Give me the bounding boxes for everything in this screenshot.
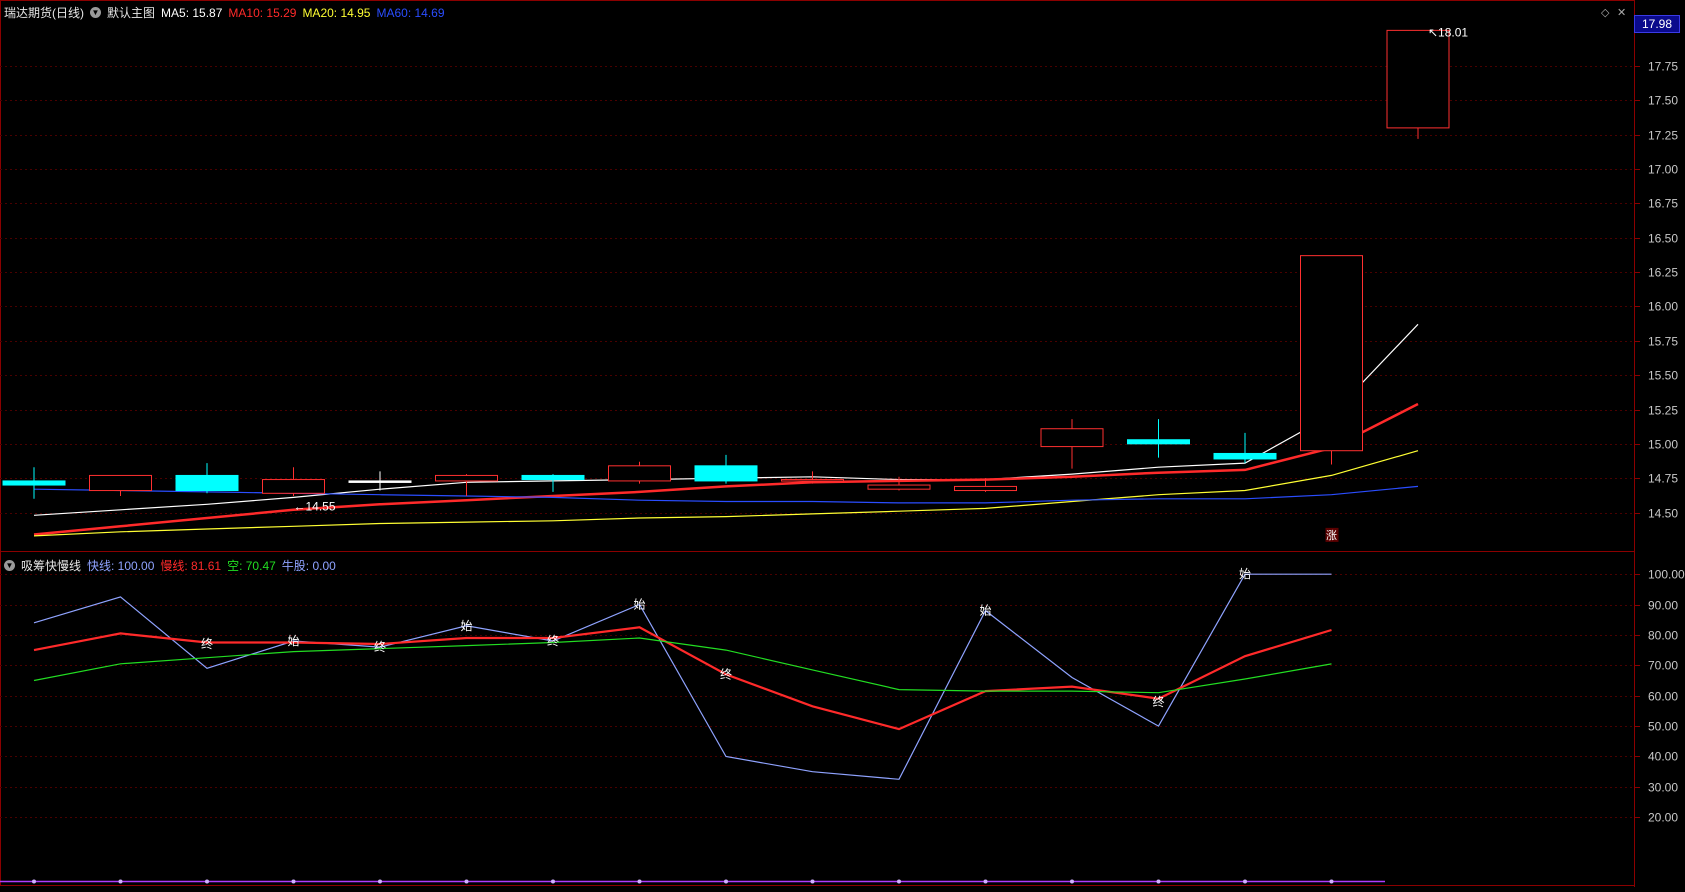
ma-line-ma60	[33, 485, 1419, 504]
y-tick-label: 14.50	[1648, 507, 1678, 521]
y-tick-label: 16.25	[1648, 266, 1678, 280]
y-tick-label: 60.00	[1648, 690, 1678, 704]
y-tick-label: 15.75	[1648, 335, 1678, 349]
chevron-down-icon[interactable]: ▼	[90, 7, 101, 18]
candle-body	[262, 479, 325, 494]
candle-body	[1127, 439, 1190, 445]
y-tick-label: 16.50	[1648, 232, 1678, 246]
timeline-dot	[1243, 879, 1247, 884]
signal-end-marker: 终	[374, 639, 386, 654]
y-tick-label: 17.00	[1648, 163, 1678, 177]
rise-marker: 涨	[1326, 529, 1337, 542]
y-tick-label: 15.25	[1648, 404, 1678, 418]
moving-averages	[33, 323, 1419, 537]
signal-markers: 终始终始终始终始终始	[201, 567, 1251, 709]
y-tick-label: 15.00	[1648, 438, 1678, 452]
signal-end-marker: 终	[201, 636, 213, 651]
timeline-dot	[291, 879, 296, 884]
sub-line-fast	[33, 573, 1332, 780]
candle-body	[89, 474, 152, 492]
candle-body	[348, 480, 412, 483]
timeline-dot	[897, 879, 901, 884]
grid-lines	[0, 66, 1634, 818]
timeline-dot	[724, 879, 728, 884]
y-tick-label: 100.00	[1648, 568, 1685, 582]
candle-body	[1386, 29, 1450, 129]
candle-body	[1040, 428, 1104, 448]
ma20-label: MA20: 14.95	[302, 5, 371, 20]
timeline-dot	[32, 879, 36, 884]
ma10-label: MA10: 15.29	[228, 5, 297, 20]
main-panel-header: 瑞达期货(日线) ▼ 默认主图 MA5: 15.87 MA10: 15.29 M…	[4, 4, 445, 21]
y-tick-label: 30.00	[1648, 781, 1678, 795]
candle-body	[954, 485, 1017, 492]
y-tick-label: 17.25	[1648, 129, 1678, 143]
candle-body	[435, 474, 498, 482]
y-tick-label: 70.00	[1648, 659, 1678, 673]
timeline-dot	[118, 879, 123, 884]
bull-stock-label: 牛股: 0.00	[281, 559, 336, 573]
timeline-dot	[637, 879, 642, 884]
y-tick-label: 14.75	[1648, 472, 1678, 486]
timeline-dot	[810, 879, 815, 884]
y-tick-label: 15.50	[1648, 369, 1678, 383]
candle-body	[781, 479, 844, 482]
timeline-dot	[1070, 879, 1074, 884]
signal-start-marker: 始	[460, 619, 472, 633]
candle-body	[608, 465, 671, 482]
instrument-title[interactable]: 瑞达期货(日线)	[4, 4, 84, 21]
template-label[interactable]: 默认主图	[107, 4, 155, 21]
candle-body	[2, 480, 66, 486]
low-price-label: ←14.55	[294, 500, 336, 514]
close-icon[interactable]: ✕	[1617, 6, 1626, 19]
y-tick-label: 90.00	[1648, 599, 1678, 613]
y-tick-label: 20.00	[1648, 811, 1678, 825]
sub-panel-frame	[0, 551, 1635, 886]
y-tick-label: 16.00	[1648, 300, 1678, 314]
price-annotations: ←14.55 ↖18.01 涨	[294, 25, 1468, 542]
timeline-dot	[464, 879, 469, 884]
candle-body	[521, 474, 585, 481]
y-tick-label: 50.00	[1648, 720, 1678, 734]
current-price-badge: 17.98	[1634, 15, 1680, 33]
y-tick-label: 17.75	[1648, 60, 1678, 74]
timeline-dot	[378, 879, 382, 884]
y-tick-label: 16.75	[1648, 197, 1678, 211]
signal-end-marker: 终	[1152, 694, 1164, 709]
high-price-label: ↖18.01	[1428, 25, 1468, 39]
timeline-dot	[551, 879, 555, 884]
candle-body	[1213, 452, 1277, 460]
sub-indicator-lines	[33, 573, 1332, 780]
signal-end-marker: 终	[547, 633, 559, 648]
slow-line-label: 慢线: 81.61	[160, 559, 222, 573]
signal-start-marker: 始	[1239, 567, 1251, 581]
ma60-label: MA60: 14.69	[376, 5, 445, 20]
y-tick-label: 80.00	[1648, 629, 1678, 643]
fast-line-label: 快线: 100.00	[87, 559, 155, 573]
signal-start-marker: 始	[633, 598, 645, 612]
candle-body	[1300, 255, 1363, 452]
y-axis-ticks: 17.75 17.50 17.25 17.00 16.75 16.50 16.25 16.00…	[1634, 60, 1685, 825]
timeline-dot	[205, 879, 209, 884]
y-tick-label: 17.50	[1648, 94, 1678, 108]
candle-body	[694, 465, 758, 482]
chart-canvas[interactable]: 17.75 17.50 17.25 17.00 16.75 16.50 16.25 16.00…	[0, 0, 1685, 887]
candle-body	[175, 474, 239, 492]
y-tick-label: 40.00	[1648, 750, 1678, 764]
timeline-dot	[1329, 879, 1334, 884]
timeline-dot	[1156, 879, 1161, 884]
short-line-label: 空: 70.47	[227, 559, 276, 573]
candle-body	[867, 484, 931, 490]
sub-indicator-title[interactable]: 吸筹快慢线	[21, 557, 81, 574]
diamond-icon[interactable]: ◇	[1601, 6, 1609, 19]
signal-end-marker: 终	[720, 666, 732, 681]
chevron-down-icon[interactable]: ▼	[4, 560, 15, 571]
signal-start-marker: 始	[979, 604, 991, 618]
timeline-dot	[983, 879, 988, 884]
signal-start-marker: 始	[287, 634, 299, 648]
chart-stage[interactable]: 17.75 17.50 17.25 17.00 16.75 16.50 16.25 16.00…	[0, 0, 1685, 887]
ma5-label: MA5: 15.87	[161, 5, 223, 20]
sub-panel-header: ▼ 吸筹快慢线 快线: 100.00 慢线: 81.61 空: 70.47 牛股…	[4, 557, 336, 574]
